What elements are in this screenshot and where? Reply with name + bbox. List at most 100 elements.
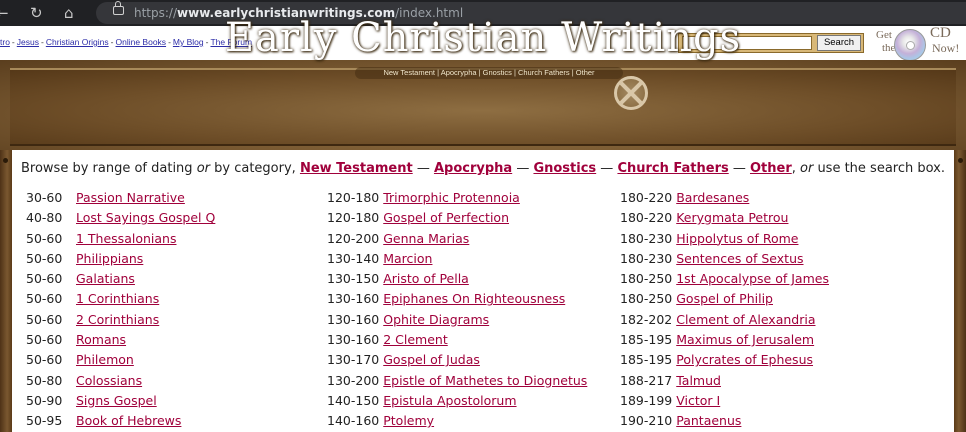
writing-link[interactable]: 1 Corinthians bbox=[76, 291, 159, 306]
writing-date-range: 180-230 bbox=[620, 250, 673, 266]
writing-link[interactable]: Epistle of Mathetes to Diognetus bbox=[383, 373, 587, 388]
writing-link[interactable]: Epistula Apostolorum bbox=[383, 393, 516, 408]
writing-link[interactable]: Bardesanes bbox=[676, 190, 749, 205]
list-item: 140-150 Epistula Apostolorum bbox=[327, 391, 587, 411]
writing-date-range: 130-200 bbox=[327, 372, 380, 388]
writing-link[interactable]: 2 Clement bbox=[383, 332, 448, 347]
site-title: Early Christian Writings bbox=[224, 15, 742, 61]
category-church-fathers[interactable]: Church Fathers bbox=[617, 161, 728, 176]
list-item: 50-60 2 Corinthians bbox=[26, 310, 215, 330]
banner-panel bbox=[10, 68, 956, 146]
writing-date-range: 130-150 bbox=[327, 271, 380, 287]
writing-date-range: 130-160 bbox=[327, 332, 380, 348]
list-item: 190-210 Pantaenus bbox=[620, 411, 829, 431]
writing-link[interactable]: Gospel of Perfection bbox=[383, 210, 509, 225]
writing-date-range: 185-195 bbox=[620, 352, 673, 368]
writing-date-range: 180-250 bbox=[620, 291, 673, 307]
writings-column-2: 120-180 Trimorphic Protennoia 120-180 Gospe… bbox=[327, 188, 587, 432]
writing-date-range: 180-220 bbox=[620, 190, 673, 205]
category-other[interactable]: Other bbox=[750, 161, 792, 176]
wood-frame-right bbox=[954, 150, 966, 432]
list-item: 120-180 Gospel of Perfection bbox=[327, 208, 587, 228]
list-item: 130-140 Marcion bbox=[327, 249, 587, 269]
writing-link[interactable]: Victor I bbox=[676, 393, 720, 408]
category-apocrypha[interactable]: Apocrypha bbox=[434, 161, 512, 176]
writing-link[interactable]: Gospel of Philip bbox=[676, 291, 773, 306]
writing-link[interactable]: Romans bbox=[76, 332, 126, 347]
writing-link[interactable]: Polycrates of Ephesus bbox=[676, 352, 813, 367]
writing-link[interactable]: Philemon bbox=[76, 352, 134, 367]
writing-date-range: 50-80 bbox=[26, 372, 63, 388]
writing-link[interactable]: Hippolytus of Rome bbox=[676, 231, 798, 246]
writing-link[interactable]: Lost Sayings Gospel Q bbox=[76, 210, 215, 225]
writing-link[interactable]: Aristo of Pella bbox=[383, 271, 469, 286]
banner-subtitle: New Testament | Apocrypha | Gnostics | C… bbox=[355, 67, 623, 79]
writings-column-1: 30-60 Passion Narrative 40-80 Lost Sayings … bbox=[26, 188, 215, 432]
writing-date-range: 30-60 bbox=[26, 190, 63, 205]
list-item: 50-95 Book of Hebrews bbox=[26, 411, 215, 431]
writing-date-range: 50-60 bbox=[26, 271, 63, 287]
list-item: 50-80 Colossians bbox=[26, 371, 215, 391]
writing-link[interactable]: Ophite Diagrams bbox=[383, 312, 489, 327]
writing-date-range: 120-200 bbox=[327, 230, 380, 246]
writing-link[interactable]: Trimorphic Protennoia bbox=[383, 190, 520, 205]
writing-link[interactable]: Book of Hebrews bbox=[76, 413, 181, 428]
lock-icon[interactable] bbox=[113, 1, 124, 15]
writing-link[interactable]: Epiphanes On Righteousness bbox=[383, 291, 565, 306]
writing-date-range: 130-160 bbox=[327, 311, 380, 327]
writing-link[interactable]: Ptolemy bbox=[383, 413, 434, 428]
writing-date-range: 50-60 bbox=[26, 230, 63, 246]
writing-link[interactable]: 2 Corinthians bbox=[76, 312, 159, 327]
writing-link[interactable]: Maximus of Jerusalem bbox=[676, 332, 814, 347]
writing-link[interactable]: Marcion bbox=[383, 251, 432, 266]
writing-date-range: 130-140 bbox=[327, 250, 380, 266]
writing-link[interactable]: Passion Narrative bbox=[76, 190, 185, 205]
main-content: Browse by range of dating or by category… bbox=[12, 150, 954, 432]
writing-link[interactable]: 1st Apocalypse of James bbox=[676, 271, 829, 286]
writing-date-range: 130-160 bbox=[327, 291, 380, 307]
list-item: 50-60 Philippians bbox=[26, 249, 215, 269]
writing-date-range: 120-180 bbox=[327, 190, 380, 205]
writing-date-range: 130-170 bbox=[327, 352, 380, 368]
writing-link[interactable]: Gospel of Judas bbox=[383, 352, 480, 367]
writing-link[interactable]: Talmud bbox=[676, 373, 721, 388]
list-item: 120-200 Genna Marias bbox=[327, 229, 587, 249]
writing-link[interactable]: Galatians bbox=[76, 271, 135, 286]
writing-date-range: 120-180 bbox=[327, 210, 380, 226]
writing-link[interactable]: Colossians bbox=[76, 373, 142, 388]
writing-link[interactable]: Pantaenus bbox=[676, 413, 741, 428]
category-gnostics[interactable]: Gnostics bbox=[533, 161, 596, 176]
writing-date-range: 50-60 bbox=[26, 332, 63, 348]
list-item: 130-170 Gospel of Judas bbox=[327, 350, 587, 370]
list-item: 130-160 2 Clement bbox=[327, 330, 587, 350]
writing-date-range: 180-230 bbox=[620, 230, 673, 246]
wood-frame-left bbox=[0, 150, 12, 432]
list-item: 185-195 Polycrates of Ephesus bbox=[620, 350, 829, 370]
list-item: 180-220 Kerygmata Petrou bbox=[620, 208, 829, 228]
list-item: 180-220 Bardesanes bbox=[620, 188, 829, 208]
list-item: 188-217 Talmud bbox=[620, 371, 829, 391]
writing-link[interactable]: Genna Marias bbox=[383, 231, 469, 246]
list-item: 140-160 Ptolemy bbox=[327, 411, 587, 431]
writing-date-range: 182-202 bbox=[620, 311, 673, 327]
list-item: 130-160 Ophite Diagrams bbox=[327, 310, 587, 330]
list-item: 50-60 1 Corinthians bbox=[26, 289, 215, 309]
writing-link[interactable]: Clement of Alexandria bbox=[676, 312, 815, 327]
writing-date-range: 50-90 bbox=[26, 392, 63, 408]
writing-date-range: 189-199 bbox=[620, 392, 673, 408]
writing-link[interactable]: Signs Gospel bbox=[76, 393, 157, 408]
list-item: 182-202 Clement of Alexandria bbox=[620, 310, 829, 330]
writing-link[interactable]: Sentences of Sextus bbox=[676, 251, 803, 266]
category-new-testament[interactable]: New Testament bbox=[300, 161, 413, 176]
list-item: 180-250 Gospel of Philip bbox=[620, 289, 829, 309]
list-item: 189-199 Victor I bbox=[620, 391, 829, 411]
writing-date-range: 50-95 bbox=[26, 413, 63, 429]
chi-rho-wheel-icon bbox=[614, 76, 648, 110]
writing-link[interactable]: Kerygmata Petrou bbox=[676, 210, 788, 225]
writing-link[interactable]: Philippians bbox=[76, 251, 143, 266]
writing-link[interactable]: 1 Thessalonians bbox=[76, 231, 176, 246]
list-item: 120-180 Trimorphic Protennoia bbox=[327, 188, 587, 208]
list-item: 130-160 Epiphanes On Righteousness bbox=[327, 289, 587, 309]
writing-date-range: 40-80 bbox=[26, 210, 63, 226]
writing-date-range: 50-60 bbox=[26, 311, 63, 327]
